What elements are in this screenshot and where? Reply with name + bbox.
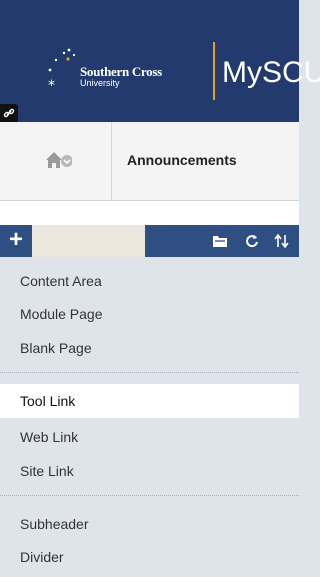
menu-item-divider[interactable]: Divider xyxy=(0,540,299,574)
breadcrumb-divider xyxy=(111,122,112,200)
page-title[interactable]: Announcements xyxy=(127,152,237,168)
menu-item-subheader[interactable]: Subheader xyxy=(0,507,299,541)
link-icon[interactable] xyxy=(0,104,18,122)
logo-stars-icon: * xyxy=(48,48,76,92)
sort-icon[interactable] xyxy=(267,225,297,257)
logo-divider xyxy=(213,42,215,100)
add-menu-item-button[interactable]: + xyxy=(0,225,32,257)
content-gap xyxy=(0,201,299,225)
course-menu-toolbar: + xyxy=(0,225,299,257)
menu-item-blank-page[interactable]: Blank Page xyxy=(0,331,299,365)
menu-item-web-link[interactable]: Web Link xyxy=(0,420,299,454)
site-header: * Southern Cross University MySCU xyxy=(0,0,320,122)
menu-item-site-link[interactable]: Site Link xyxy=(0,454,299,488)
folder-icon[interactable] xyxy=(205,225,235,257)
add-menu-dropdown: Content Area Module Page Blank Page Tool… xyxy=(0,257,299,577)
menu-item-module-page[interactable]: Module Page xyxy=(0,297,299,331)
svg-text:*: * xyxy=(48,78,55,92)
toolbar-input-area[interactable] xyxy=(32,225,145,257)
refresh-icon[interactable] xyxy=(237,225,267,257)
menu-item-tool-link[interactable]: Tool Link xyxy=(0,384,299,418)
home-icon[interactable] xyxy=(44,148,72,174)
logo-subtitle: University xyxy=(80,78,120,88)
app-name: MySCU xyxy=(222,56,320,89)
menu-divider xyxy=(0,372,299,373)
menu-divider xyxy=(0,495,299,496)
menu-item-content-area[interactable]: Content Area xyxy=(0,264,299,298)
